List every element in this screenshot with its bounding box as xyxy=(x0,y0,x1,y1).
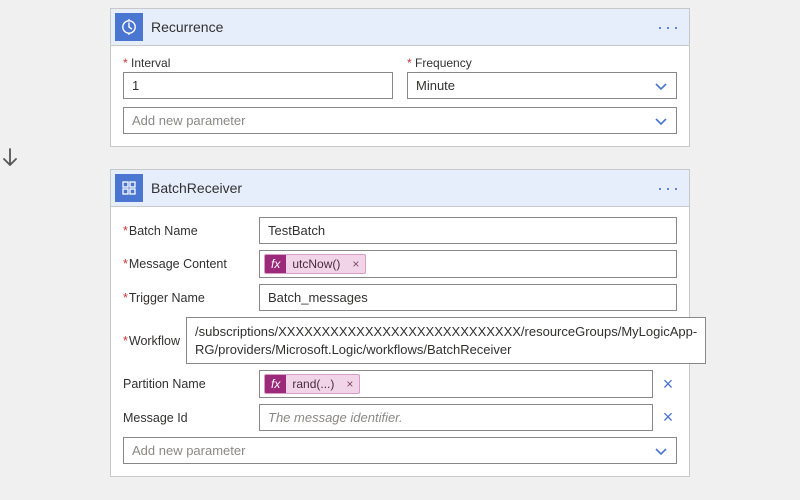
batch-title: BatchReceiver xyxy=(151,180,649,196)
flow-arrow-icon xyxy=(0,147,800,169)
message-id-remove-button[interactable]: × xyxy=(659,407,677,428)
batch-name-label: Batch Name xyxy=(123,224,253,238)
batch-body: Batch Name Message Content fx utcNow() ×… xyxy=(111,207,689,476)
partition-name-label: Partition Name xyxy=(123,377,253,391)
recurrence-card: Recurrence ··· Interval Frequency Minute… xyxy=(110,8,690,147)
partition-remove-button[interactable]: × xyxy=(659,374,677,395)
chevron-down-icon xyxy=(654,444,668,458)
fx-icon: fx xyxy=(265,255,286,273)
recurrence-add-parameter[interactable]: Add new parameter xyxy=(123,107,677,134)
token-text: rand(...) xyxy=(286,375,340,393)
expression-token[interactable]: fx rand(...) × xyxy=(264,374,360,394)
partition-name-input[interactable]: fx rand(...) × xyxy=(259,370,653,398)
message-content-input[interactable]: fx utcNow() × xyxy=(259,250,677,278)
recurrence-title: Recurrence xyxy=(151,19,649,35)
workflow-label: Workflow xyxy=(123,334,180,348)
workflow-input[interactable]: /subscriptions/XXXXXXXXXXXXXXXXXXXXXXXXX… xyxy=(186,317,706,364)
add-parameter-label: Add new parameter xyxy=(132,443,245,458)
frequency-select[interactable]: Minute xyxy=(407,72,677,99)
add-parameter-label: Add new parameter xyxy=(132,113,245,128)
batch-more-button[interactable]: ··· xyxy=(657,178,681,199)
batch-name-input[interactable] xyxy=(259,217,677,244)
frequency-label: Frequency xyxy=(407,56,677,70)
batch-icon xyxy=(115,174,143,202)
message-id-placeholder: The message identifier. xyxy=(268,410,403,425)
batch-add-parameter[interactable]: Add new parameter xyxy=(123,437,677,464)
frequency-value: Minute xyxy=(416,78,455,93)
batch-card: BatchReceiver ··· Batch Name Message Con… xyxy=(110,169,690,477)
recurrence-body: Interval Frequency Minute Add new parame… xyxy=(111,46,689,146)
token-text: utcNow() xyxy=(286,255,346,273)
chevron-down-icon xyxy=(654,114,668,128)
expression-token[interactable]: fx utcNow() × xyxy=(264,254,366,274)
message-id-label: Message Id xyxy=(123,411,253,425)
trigger-name-input[interactable] xyxy=(259,284,677,311)
message-content-label: Message Content xyxy=(123,257,253,271)
clock-icon xyxy=(115,13,143,41)
token-remove-icon[interactable]: × xyxy=(346,255,365,273)
chevron-down-icon xyxy=(654,79,668,93)
token-remove-icon[interactable]: × xyxy=(340,375,359,393)
interval-label: Interval xyxy=(123,56,393,70)
recurrence-header[interactable]: Recurrence ··· xyxy=(111,9,689,46)
batch-header[interactable]: BatchReceiver ··· xyxy=(111,170,689,207)
recurrence-more-button[interactable]: ··· xyxy=(657,17,681,38)
interval-input[interactable] xyxy=(123,72,393,99)
fx-icon: fx xyxy=(265,375,286,393)
message-id-input[interactable]: The message identifier. xyxy=(259,404,653,431)
trigger-name-label: Trigger Name xyxy=(123,291,253,305)
